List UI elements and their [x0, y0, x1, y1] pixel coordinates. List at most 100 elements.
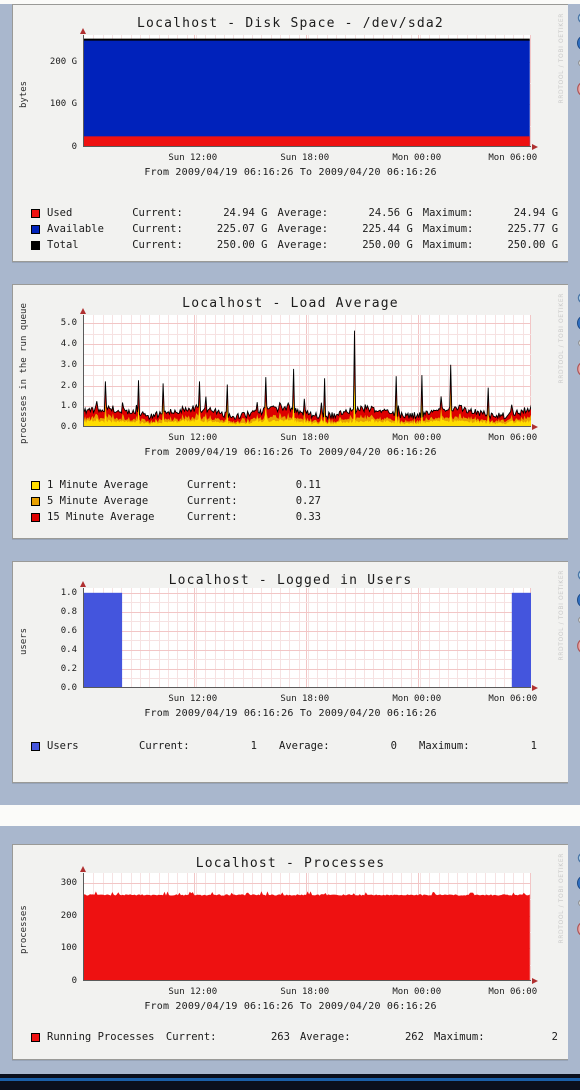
page-icon[interactable] — [576, 637, 580, 655]
legend-stat-label: Maximum: — [422, 207, 474, 219]
panel-separator-2 — [0, 539, 580, 561]
panel-title-processes: Localhost - Processes — [195, 856, 386, 871]
properties-icon[interactable] — [576, 614, 580, 632]
download-icon[interactable] — [576, 34, 580, 52]
properties-icon[interactable] — [576, 337, 580, 355]
y-tick-label: 0.4 — [60, 644, 77, 655]
y-axis-label: users — [19, 627, 29, 655]
series-layer — [84, 330, 531, 426]
x-tick-label: Sun 12:00 — [168, 987, 218, 997]
x-tick-label: Mon 00:00 — [392, 987, 442, 997]
zoom-icon[interactable] — [576, 851, 580, 869]
legend-color-swatch — [31, 240, 40, 250]
y-tick-label: 0.2 — [60, 663, 77, 674]
legend-stat-value: 225.77 G — [507, 223, 559, 235]
legend-stat-value: 250.00 G — [507, 239, 559, 251]
legend-series-name: Running Processes — [47, 1031, 155, 1043]
y-axis-label: processes in the run queue — [19, 303, 29, 445]
y-axis-arrow — [80, 581, 86, 587]
legend-stat-value: 0.27 — [295, 495, 321, 507]
timespan-label: From 2009/04/19 06:16:26 To 2009/04/20 0… — [144, 167, 437, 178]
x-tick-label: Sun 18:00 — [280, 987, 330, 997]
legend-series-name: Available — [47, 223, 104, 235]
panel-separator-3 — [0, 783, 580, 805]
properties-icon[interactable] — [576, 57, 580, 75]
y-tick-label: 0.6 — [60, 625, 77, 636]
legend-disk-space: Used Current: 24.94 G Average: 24.56 G Maximu… — [13, 205, 568, 253]
y-tick-label: 4.0 — [60, 339, 77, 350]
legend-stat-label: Current: — [132, 223, 183, 235]
download-icon[interactable] — [576, 874, 580, 892]
x-tick-label: Mon 00:00 — [392, 694, 442, 704]
legend-row: 15 Minute Average Current: 0.33 — [13, 509, 568, 525]
panel-title-disk-space: Localhost - Disk Space - /dev/sda2 — [137, 16, 444, 31]
legend-stat-label: Current: — [132, 239, 183, 251]
y-axis-arrow — [80, 866, 86, 872]
legend-color-swatch — [31, 512, 40, 522]
page-icon[interactable] — [576, 920, 580, 938]
page-icon[interactable] — [576, 80, 580, 98]
legend-color-swatch — [31, 480, 40, 490]
y-tick-label: 0.0 — [60, 422, 77, 432]
properties-icon[interactable] — [576, 897, 580, 915]
legend-row: Users Current: 1 Average: 0 Maximum: 1 — [13, 738, 568, 754]
y-tick-label: 0 — [71, 142, 77, 152]
zoom-icon[interactable] — [576, 291, 580, 309]
taskbar-stripe — [0, 1078, 580, 1081]
legend-color-swatch — [31, 224, 40, 234]
page-icon[interactable] — [576, 360, 580, 378]
panel-toolbar-load-average — [571, 291, 580, 378]
legend-stat-label: Current: — [165, 1031, 217, 1043]
y-tick-label: 2.0 — [60, 380, 77, 391]
x-tick-label: Sun 18:00 — [280, 694, 330, 704]
download-icon[interactable] — [576, 314, 580, 332]
y-tick-label: 0.0 — [60, 683, 77, 693]
legend-stat-label: Maximum: — [419, 740, 470, 752]
panel-title-logged-in-users: Localhost - Logged in Users — [168, 573, 413, 588]
graph-area-disk-space: bytes 0 100 G 200 G Sun 12:00 Sun 18:00 Mon 0… — [13, 28, 568, 199]
legend-series-name: 15 Minute Average — [47, 511, 155, 523]
x-tick-label: Mon 00:00 — [392, 433, 442, 443]
series-layer — [84, 38, 530, 146]
legend-row: Available Current: 225.07 G Average: 225.44 … — [13, 221, 568, 237]
plot-area — [83, 35, 531, 147]
series-layer — [84, 592, 531, 687]
y-tick-label: 200 — [60, 910, 77, 921]
legend-stat-label: Current: — [187, 479, 238, 491]
legend-stat-label: Current: — [187, 511, 238, 523]
download-icon[interactable] — [576, 591, 580, 609]
legend-load-average: 1 Minute Average Current: 0.11 5 Minute Ave… — [13, 477, 568, 525]
panel-toolbar-disk-space — [571, 11, 580, 98]
legend-stat-value: 250.00 G — [216, 239, 268, 251]
legend-color-swatch — [31, 496, 40, 506]
legend-stat-value: 225.07 G — [216, 223, 268, 235]
timespan-label: From 2009/04/19 06:16:26 To 2009/04/20 0… — [144, 1001, 437, 1012]
x-tick-label: Mon 06:00 — [488, 153, 538, 163]
panel-toolbar-processes — [571, 851, 580, 938]
x-tick-label: Sun 12:00 — [168, 433, 218, 443]
x-axis-arrow — [532, 685, 538, 691]
y-axis-label: processes — [19, 905, 29, 955]
panel-separator-1 — [0, 262, 580, 284]
plot-area — [83, 315, 531, 427]
legend-processes: Running Processes Current: 263 Average: 262 M… — [13, 1029, 568, 1045]
panel-separator-3c — [0, 826, 580, 844]
graph-panel-load-average: RRDTOOL / TOBI OETIKER Localhost - Load … — [12, 284, 580, 539]
y-axis-label: bytes — [19, 80, 29, 108]
panel-toolbar-logged-in-users — [571, 568, 580, 655]
bottom-taskbar — [0, 1074, 580, 1090]
legend-series-name: 1 Minute Average — [47, 479, 149, 491]
zoom-icon[interactable] — [576, 568, 580, 586]
x-tick-label: Sun 12:00 — [168, 153, 218, 163]
legend-stat-value: 24.94 G — [513, 207, 559, 219]
legend-stat-value: 225.44 G — [362, 223, 413, 235]
x-tick-label: Sun 12:00 — [168, 694, 218, 704]
legend-row: Used Current: 24.94 G Average: 24.56 G Maximu… — [13, 205, 568, 221]
y-tick-label: 100 G — [49, 99, 77, 110]
legend-stat-value: 0.11 — [295, 479, 321, 491]
x-tick-label: Mon 06:00 — [488, 433, 538, 443]
legend-stat-label: Average: — [277, 207, 329, 219]
zoom-icon[interactable] — [576, 11, 580, 29]
legend-stat-value: 2 — [551, 1031, 558, 1043]
series-layer — [84, 891, 530, 980]
